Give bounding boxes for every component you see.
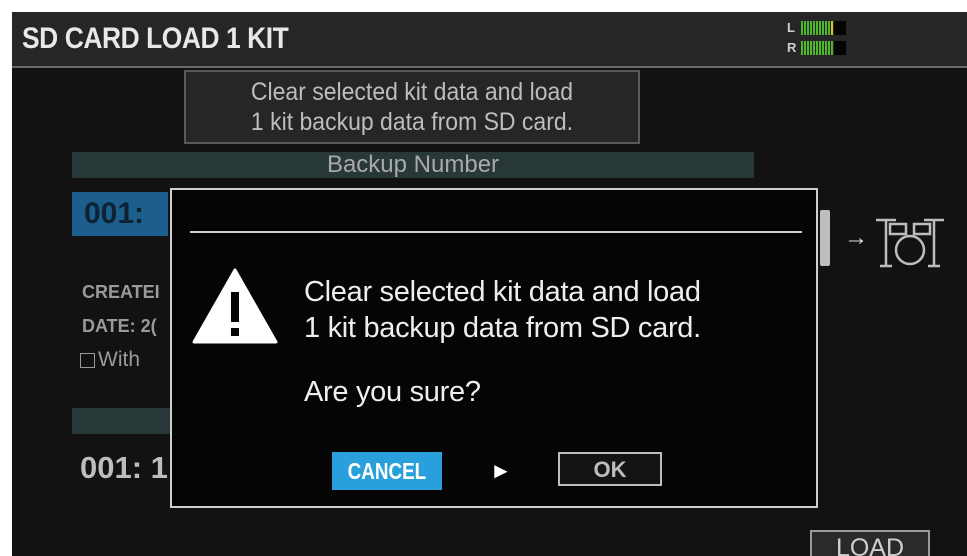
meter-label-right: R <box>787 40 797 55</box>
play-arrow-icon: ► <box>490 458 512 483</box>
header-bar: SD CARD LOAD 1 KIT L R <box>12 12 967 68</box>
page-title: SD CARD LOAD 1 KIT <box>22 22 289 55</box>
cancel-button[interactable]: CANCEL <box>332 452 442 490</box>
backup-number-header: Backup Number <box>72 152 754 178</box>
kit-section-header <box>72 408 172 434</box>
date-label: DATE: 2( <box>82 316 157 336</box>
description-box: Clear selected kit data and load 1 kit b… <box>184 70 640 144</box>
with-option-label: With <box>98 348 140 371</box>
dialog-message-line-2: 1 kit backup data from SD card. <box>304 312 701 344</box>
confirm-dialog: Clear selected kit data and load 1 kit b… <box>170 188 818 508</box>
cancel-button-label: CANCEL <box>347 458 427 484</box>
level-meter-right: R <box>787 40 877 56</box>
warning-triangle-icon <box>192 268 278 344</box>
dialog-message-line-1: Clear selected kit data and load <box>304 276 701 308</box>
level-meter-left: L <box>787 20 877 36</box>
created-label: CREATEI <box>82 282 160 302</box>
sd-card-icon <box>820 210 830 266</box>
dialog-divider <box>190 231 802 233</box>
dialog-question: Are you sure? <box>304 376 481 408</box>
checkbox-icon <box>80 352 95 368</box>
drum-kit-icon <box>876 218 944 268</box>
ok-button[interactable]: OK <box>558 452 662 486</box>
kit-number: 001: 1 <box>80 450 168 485</box>
arrow-right-icon: → <box>844 224 868 251</box>
load-button[interactable]: LOAD <box>810 530 930 556</box>
description-line-1: Clear selected kit data and load <box>250 78 574 106</box>
backup-number-selector[interactable]: 001: <box>72 192 168 236</box>
meter-label-left: L <box>787 20 795 35</box>
screen: SD CARD LOAD 1 KIT L R Clear selected ki… <box>12 12 967 556</box>
description-line-2: 1 kit backup data from SD card. <box>250 108 574 136</box>
with-option-checkbox[interactable]: With <box>80 348 140 372</box>
